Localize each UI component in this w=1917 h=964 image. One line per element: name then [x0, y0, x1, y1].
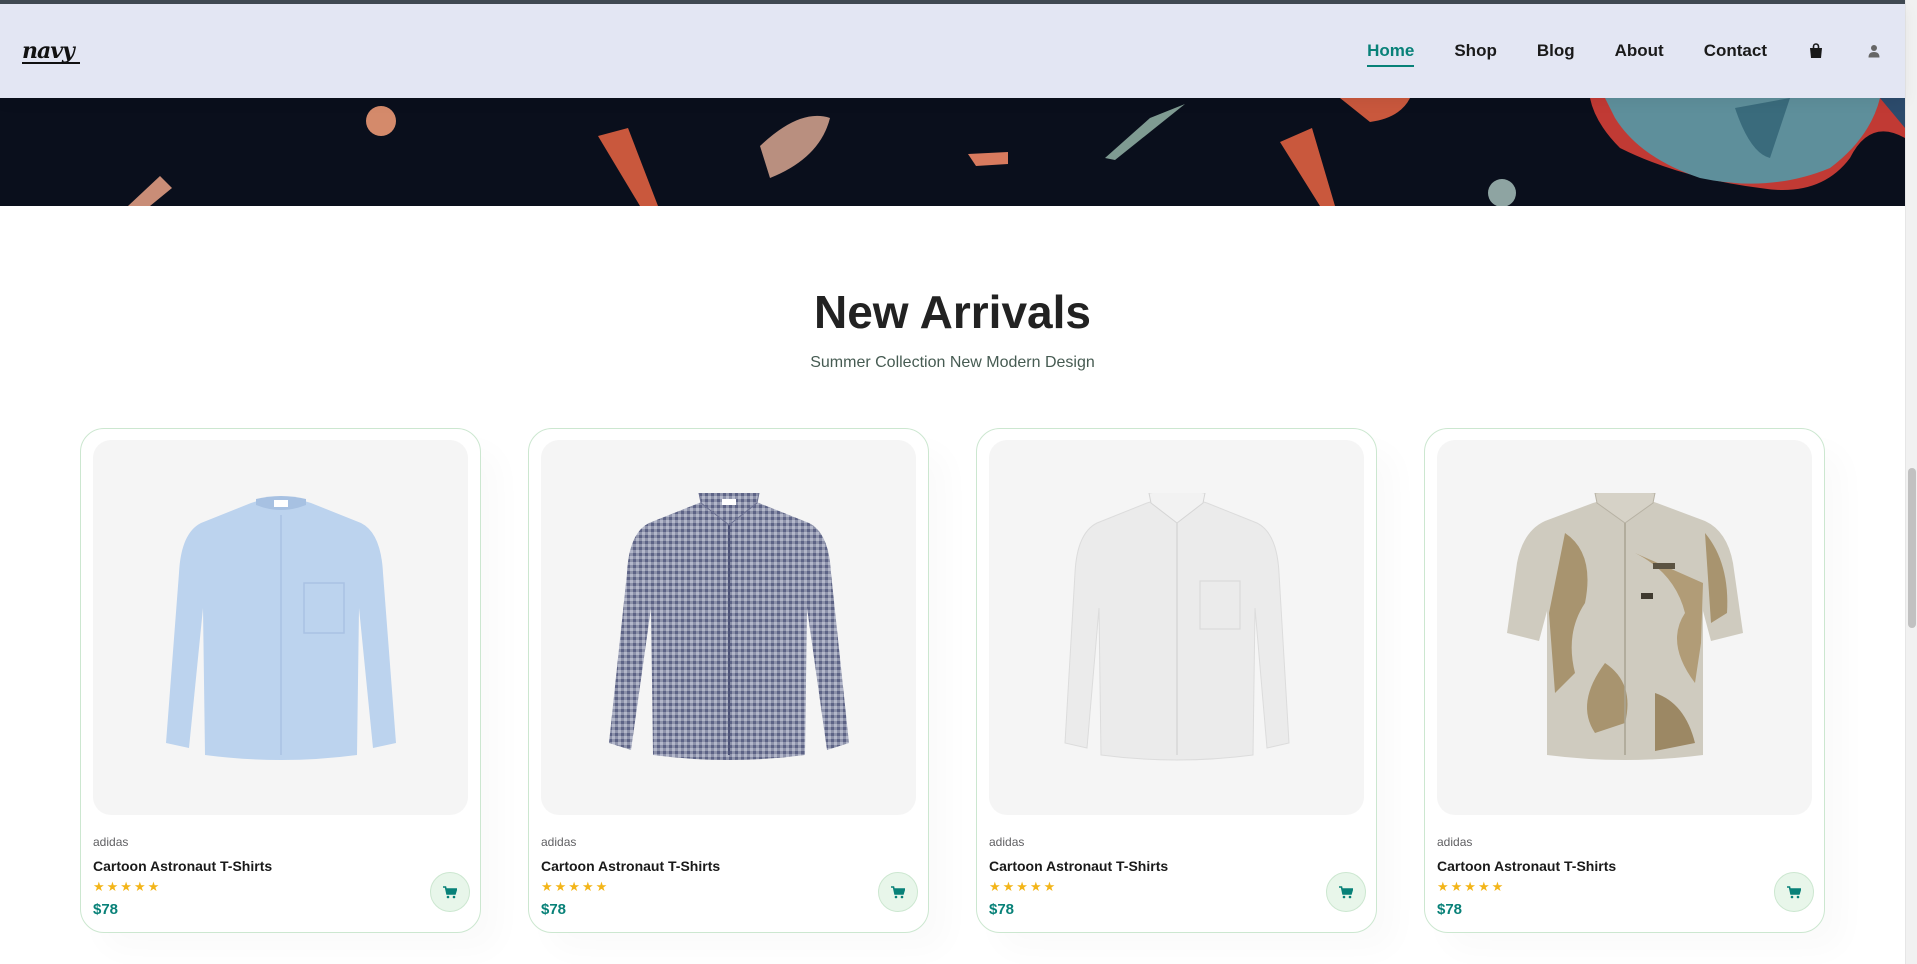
product-name[interactable]: Cartoon Astronaut T-Shirts: [541, 858, 916, 874]
cart-icon: [1787, 885, 1801, 898]
product-card[interactable]: adidas Cartoon Astronaut T-Shirts ★★★★★ …: [528, 428, 929, 933]
add-to-cart-button[interactable]: [430, 872, 470, 912]
product-name[interactable]: Cartoon Astronaut T-Shirts: [989, 858, 1364, 874]
product-brand: adidas: [1437, 835, 1473, 849]
main-nav: Home Shop Blog About Contact: [1327, 41, 1883, 67]
add-to-cart-button[interactable]: [878, 872, 918, 912]
product-image[interactable]: [1437, 440, 1812, 815]
site-header: navy Home Shop Blog About Contact: [0, 4, 1905, 98]
product-name[interactable]: Cartoon Astronaut T-Shirts: [1437, 858, 1812, 874]
nav-blog-link[interactable]: Blog: [1537, 41, 1575, 61]
product-price: $78: [541, 901, 567, 918]
cart-icon: [443, 885, 457, 898]
product-price: $78: [1437, 901, 1463, 918]
cart-icon: [1339, 885, 1353, 898]
shopping-bag-icon[interactable]: [1807, 42, 1825, 60]
nav-shop-link[interactable]: Shop: [1454, 41, 1497, 61]
product-grid: adidas Cartoon Astronaut T-Shirts ★★★★★ …: [80, 428, 1825, 933]
product-name[interactable]: Cartoon Astronaut T-Shirts: [93, 858, 468, 874]
star-rating: ★★★★★: [989, 879, 1058, 894]
star-rating: ★★★★★: [93, 879, 162, 894]
product-card[interactable]: adidas Cartoon Astronaut T-Shirts ★★★★★ …: [1424, 428, 1825, 933]
section-subtitle: Summer Collection New Modern Design: [810, 354, 1095, 371]
nav-contact-link[interactable]: Contact: [1704, 41, 1767, 61]
product-card[interactable]: adidas Cartoon Astronaut T-Shirts ★★★★★ …: [976, 428, 1377, 933]
star-rating: ★★★★★: [1437, 879, 1506, 894]
product-image[interactable]: [989, 440, 1364, 815]
star-rating: ★★★★★: [541, 879, 610, 894]
product-image[interactable]: [93, 440, 468, 815]
product-price: $78: [989, 901, 1015, 918]
scrollbar-thumb[interactable]: [1908, 468, 1916, 628]
product-brand: adidas: [93, 835, 129, 849]
nav-about-link[interactable]: About: [1615, 41, 1664, 61]
brand-logo[interactable]: navy: [22, 38, 80, 64]
product-brand: adidas: [541, 835, 577, 849]
product-card[interactable]: adidas Cartoon Astronaut T-Shirts ★★★★★ …: [80, 428, 481, 933]
add-to-cart-button[interactable]: [1326, 872, 1366, 912]
product-price: $78: [93, 901, 119, 918]
add-to-cart-button[interactable]: [1774, 872, 1814, 912]
page-scrollbar[interactable]: [1905, 0, 1917, 964]
product-image[interactable]: [541, 440, 916, 815]
section-title: New Arrivals: [814, 286, 1091, 338]
hero-banner-image: [0, 98, 1905, 206]
nav-home-link[interactable]: Home: [1367, 41, 1415, 67]
cart-icon: [891, 885, 905, 898]
user-icon[interactable]: [1865, 42, 1883, 60]
product-brand: adidas: [989, 835, 1025, 849]
